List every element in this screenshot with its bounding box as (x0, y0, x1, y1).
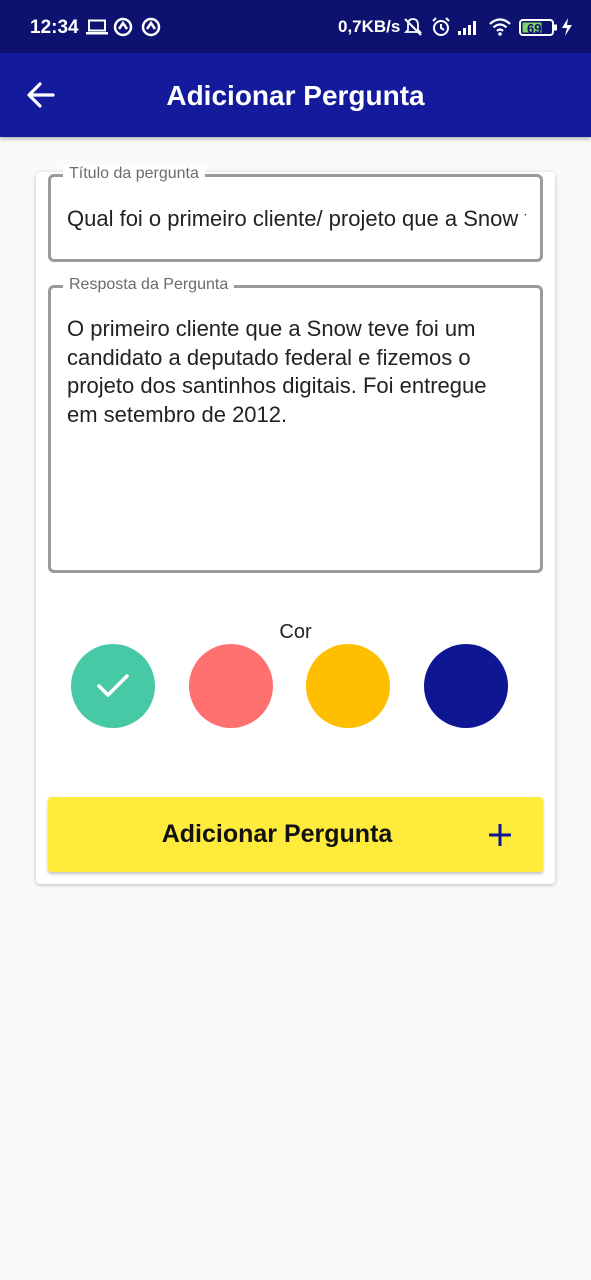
sync-icon (141, 17, 161, 37)
check-icon (97, 674, 129, 697)
add-question-button[interactable]: Adicionar Pergunta (48, 797, 543, 872)
question-title-field[interactable]: Título da pergunta Qual foi o primeiro c… (48, 165, 543, 262)
color-swatch-green[interactable] (71, 644, 155, 728)
wifi-icon (489, 18, 511, 36)
app-bar: Adicionar Pergunta (0, 53, 591, 137)
color-swatch-red[interactable] (189, 644, 273, 728)
alarm-icon (432, 17, 450, 36)
plus-icon (489, 824, 511, 846)
question-form-card: Título da pergunta Qual foi o primeiro c… (36, 165, 555, 884)
mute-icon (403, 18, 423, 36)
network-speed: 0,7KB/s (338, 17, 401, 36)
question-title-label: Título da pergunta (63, 165, 205, 183)
answer-textarea[interactable]: O primeiro cliente que a Snow teve foi u… (67, 315, 522, 429)
question-title-input[interactable]: Qual foi o primeiro cliente/ projeto que… (67, 206, 526, 232)
sync-icon (113, 17, 133, 37)
charging-icon (562, 18, 572, 36)
battery-level: 69 (527, 21, 542, 36)
status-time: 12:34 (30, 17, 79, 38)
color-swatch-blue[interactable] (424, 644, 508, 728)
color-swatch-yellow[interactable] (306, 644, 390, 728)
answer-label: Resposta da Pergunta (63, 276, 235, 294)
signal-icon (458, 21, 476, 35)
add-question-button-label: Adicionar Pergunta (161, 820, 393, 848)
page-title: Adicionar Pergunta (166, 80, 425, 111)
laptop-icon (86, 19, 108, 35)
color-label: Cor (279, 621, 312, 643)
answer-field[interactable]: Resposta da Pergunta O primeiro cliente … (48, 276, 543, 573)
status-bar: 12:34 0,7KB/s 69 (0, 0, 591, 53)
